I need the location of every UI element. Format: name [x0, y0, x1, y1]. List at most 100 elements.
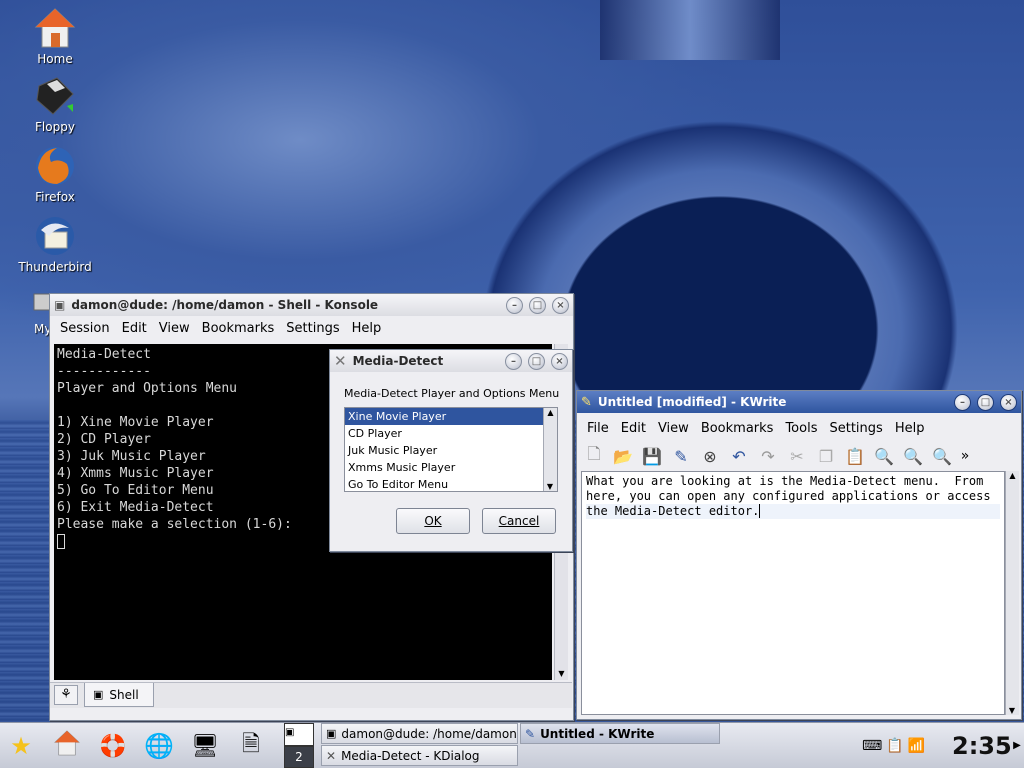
panel-hide-arrow-icon[interactable]: ▶ [1012, 735, 1022, 757]
launcher-terminal[interactable]: 🖥 [188, 729, 222, 763]
close-document-button[interactable]: ⊗ [697, 444, 723, 468]
kwrite-window[interactable]: ✎ Untitled [modified] - KWrite – □ × Fil… [576, 390, 1022, 720]
menu-session[interactable]: Session [54, 321, 116, 336]
editor-line: the Media-Detect editor. [586, 504, 760, 518]
desktop-icon-home[interactable]: Home [10, 6, 100, 66]
close-button[interactable]: × [1000, 393, 1017, 411]
desktop-icon-thunderbird[interactable]: Thunderbird [10, 214, 100, 274]
konsole-menubar: Session Edit View Bookmarks Settings Hel… [50, 316, 573, 340]
close-button[interactable]: × [551, 352, 568, 370]
list-item[interactable]: Juk Music Player [345, 442, 557, 459]
zoom-in-button[interactable]: 🔍 [900, 444, 926, 468]
cut-icon: ✂ [790, 446, 804, 466]
menu-view[interactable]: View [652, 421, 695, 436]
menu-tools[interactable]: Tools [779, 421, 823, 436]
new-session-icon: ⚘ [60, 687, 72, 702]
listbox-scrollbar[interactable]: ▲ ▼ [543, 408, 557, 491]
desktop-icon-firefox[interactable]: Firefox [10, 144, 100, 204]
launcher-documents[interactable]: 🗎 [234, 729, 268, 763]
scroll-up-arrow-icon[interactable]: ▲ [544, 408, 557, 417]
player-listbox[interactable]: Xine Movie Player CD Player Juk Music Pl… [344, 407, 558, 492]
menu-help[interactable]: Help [889, 421, 931, 436]
minimize-button[interactable]: – [954, 393, 971, 411]
launcher-browser[interactable]: 🌐 [142, 729, 176, 763]
close-button[interactable]: × [552, 296, 569, 314]
kwrite-titlebar[interactable]: ✎ Untitled [modified] - KWrite – □ × [577, 391, 1021, 413]
menu-bookmarks[interactable]: Bookmarks [695, 421, 780, 436]
task-kwrite[interactable]: ✎ Untitled - KWrite [520, 723, 720, 744]
paste-button[interactable]: 📋 [842, 444, 868, 468]
text-editor[interactable]: What you are looking at is the Media-Det… [581, 471, 1005, 715]
toolbar-more-button[interactable]: » [958, 444, 972, 468]
new-button[interactable]: 🗋 [581, 444, 607, 468]
minimize-button[interactable]: – [506, 296, 523, 314]
menu-view[interactable]: View [153, 321, 196, 336]
task-konsole[interactable]: ▣ damon@dude: /home/damon [321, 723, 518, 744]
close-icon: × [555, 355, 564, 367]
maximize-button[interactable]: □ [977, 393, 994, 411]
undo-button[interactable]: ↶ [726, 444, 752, 468]
media-detect-dialog[interactable]: ✕ Media-Detect – □ × Media-Detect Player… [329, 349, 573, 552]
dialog-titlebar[interactable]: ✕ Media-Detect – □ × [330, 350, 572, 372]
network-tray-icon[interactable]: 📶 [908, 738, 925, 754]
minimize-button[interactable]: – [505, 352, 522, 370]
scroll-up-arrow-icon[interactable]: ▲ [1006, 471, 1019, 480]
scroll-down-arrow-icon[interactable]: ▼ [1006, 706, 1018, 715]
kmenu-button[interactable]: ★ [4, 729, 38, 763]
cancel-button[interactable]: Cancel [482, 508, 556, 534]
new-session-button[interactable]: ⚘ [54, 685, 78, 705]
menu-bookmarks[interactable]: Bookmarks [196, 321, 281, 336]
menu-settings[interactable]: Settings [823, 421, 888, 436]
menu-settings[interactable]: Settings [280, 321, 345, 336]
menu-file[interactable]: File [581, 421, 615, 436]
cut-button[interactable]: ✂ [784, 444, 810, 468]
launcher-home[interactable] [50, 729, 84, 763]
scroll-down-arrow-icon[interactable]: ▼ [544, 482, 556, 491]
launcher-help[interactable]: 🛟 [96, 729, 130, 763]
save-as-button[interactable]: ✎ [668, 444, 694, 468]
task-label: damon@dude: /home/damon [341, 726, 517, 741]
konsole-titlebar[interactable]: ▣ damon@dude: /home/damon - Shell - Kons… [50, 294, 573, 316]
task-kdialog[interactable]: ✕ Media-Detect - KDialog [321, 745, 518, 766]
scroll-down-arrow-icon[interactable]: ▼ [556, 669, 567, 678]
menu-edit[interactable]: Edit [116, 321, 153, 336]
terminal-icon: ▣ [54, 298, 66, 312]
clipboard-tray-icon[interactable]: 📋 [886, 738, 903, 754]
text-cursor [759, 504, 761, 518]
paste-icon: 📋 [845, 446, 865, 466]
pager-desktop-2[interactable]: 2 [284, 746, 314, 768]
list-item[interactable]: Go To Editor Menu [345, 476, 557, 493]
editor-scrollbar[interactable]: ▲ ▼ [1005, 471, 1019, 715]
system-tray: ⌨ 📋 📶 [862, 735, 942, 757]
konsole-tabbar: ⚘ ▣ Shell [50, 682, 572, 708]
clock[interactable]: 2:35 [952, 729, 1012, 763]
menu-edit[interactable]: Edit [615, 421, 652, 436]
pager-desktop-1[interactable]: ▣ [284, 723, 314, 746]
list-item[interactable]: Xine Movie Player [345, 408, 557, 425]
task-label: Untitled - KWrite [540, 726, 655, 741]
redo-button[interactable]: ↷ [755, 444, 781, 468]
list-item[interactable]: CD Player [345, 425, 557, 442]
wallpaper-structure [600, 0, 780, 60]
menu-help[interactable]: Help [346, 321, 388, 336]
maximize-button[interactable]: □ [528, 352, 545, 370]
maximize-icon: □ [531, 355, 542, 367]
tab-shell[interactable]: ▣ Shell [84, 683, 154, 707]
ok-button[interactable]: OK [396, 508, 470, 534]
open-button[interactable]: 📂 [610, 444, 636, 468]
minimize-icon: – [512, 299, 517, 311]
desktop-icon-floppy[interactable]: Floppy [10, 74, 100, 134]
dialog-prompt: Media-Detect Player and Options Menu [344, 387, 560, 400]
copy-button[interactable]: ❐ [813, 444, 839, 468]
maximize-button[interactable]: □ [529, 296, 546, 314]
close-icon: × [556, 299, 565, 311]
keyboard-tray-icon[interactable]: ⌨ [862, 738, 882, 754]
kmenu-star-icon: ★ [10, 732, 32, 760]
zoom-out-button[interactable]: 🔍 [929, 444, 955, 468]
save-button[interactable]: 💾 [639, 444, 665, 468]
kwrite-icon: ✎ [581, 394, 592, 410]
zoom-out-icon: 🔍 [932, 446, 952, 466]
find-button[interactable]: 🔍 [871, 444, 897, 468]
list-item[interactable]: Xmms Music Player [345, 459, 557, 476]
window-title: Untitled [modified] - KWrite [597, 395, 787, 409]
